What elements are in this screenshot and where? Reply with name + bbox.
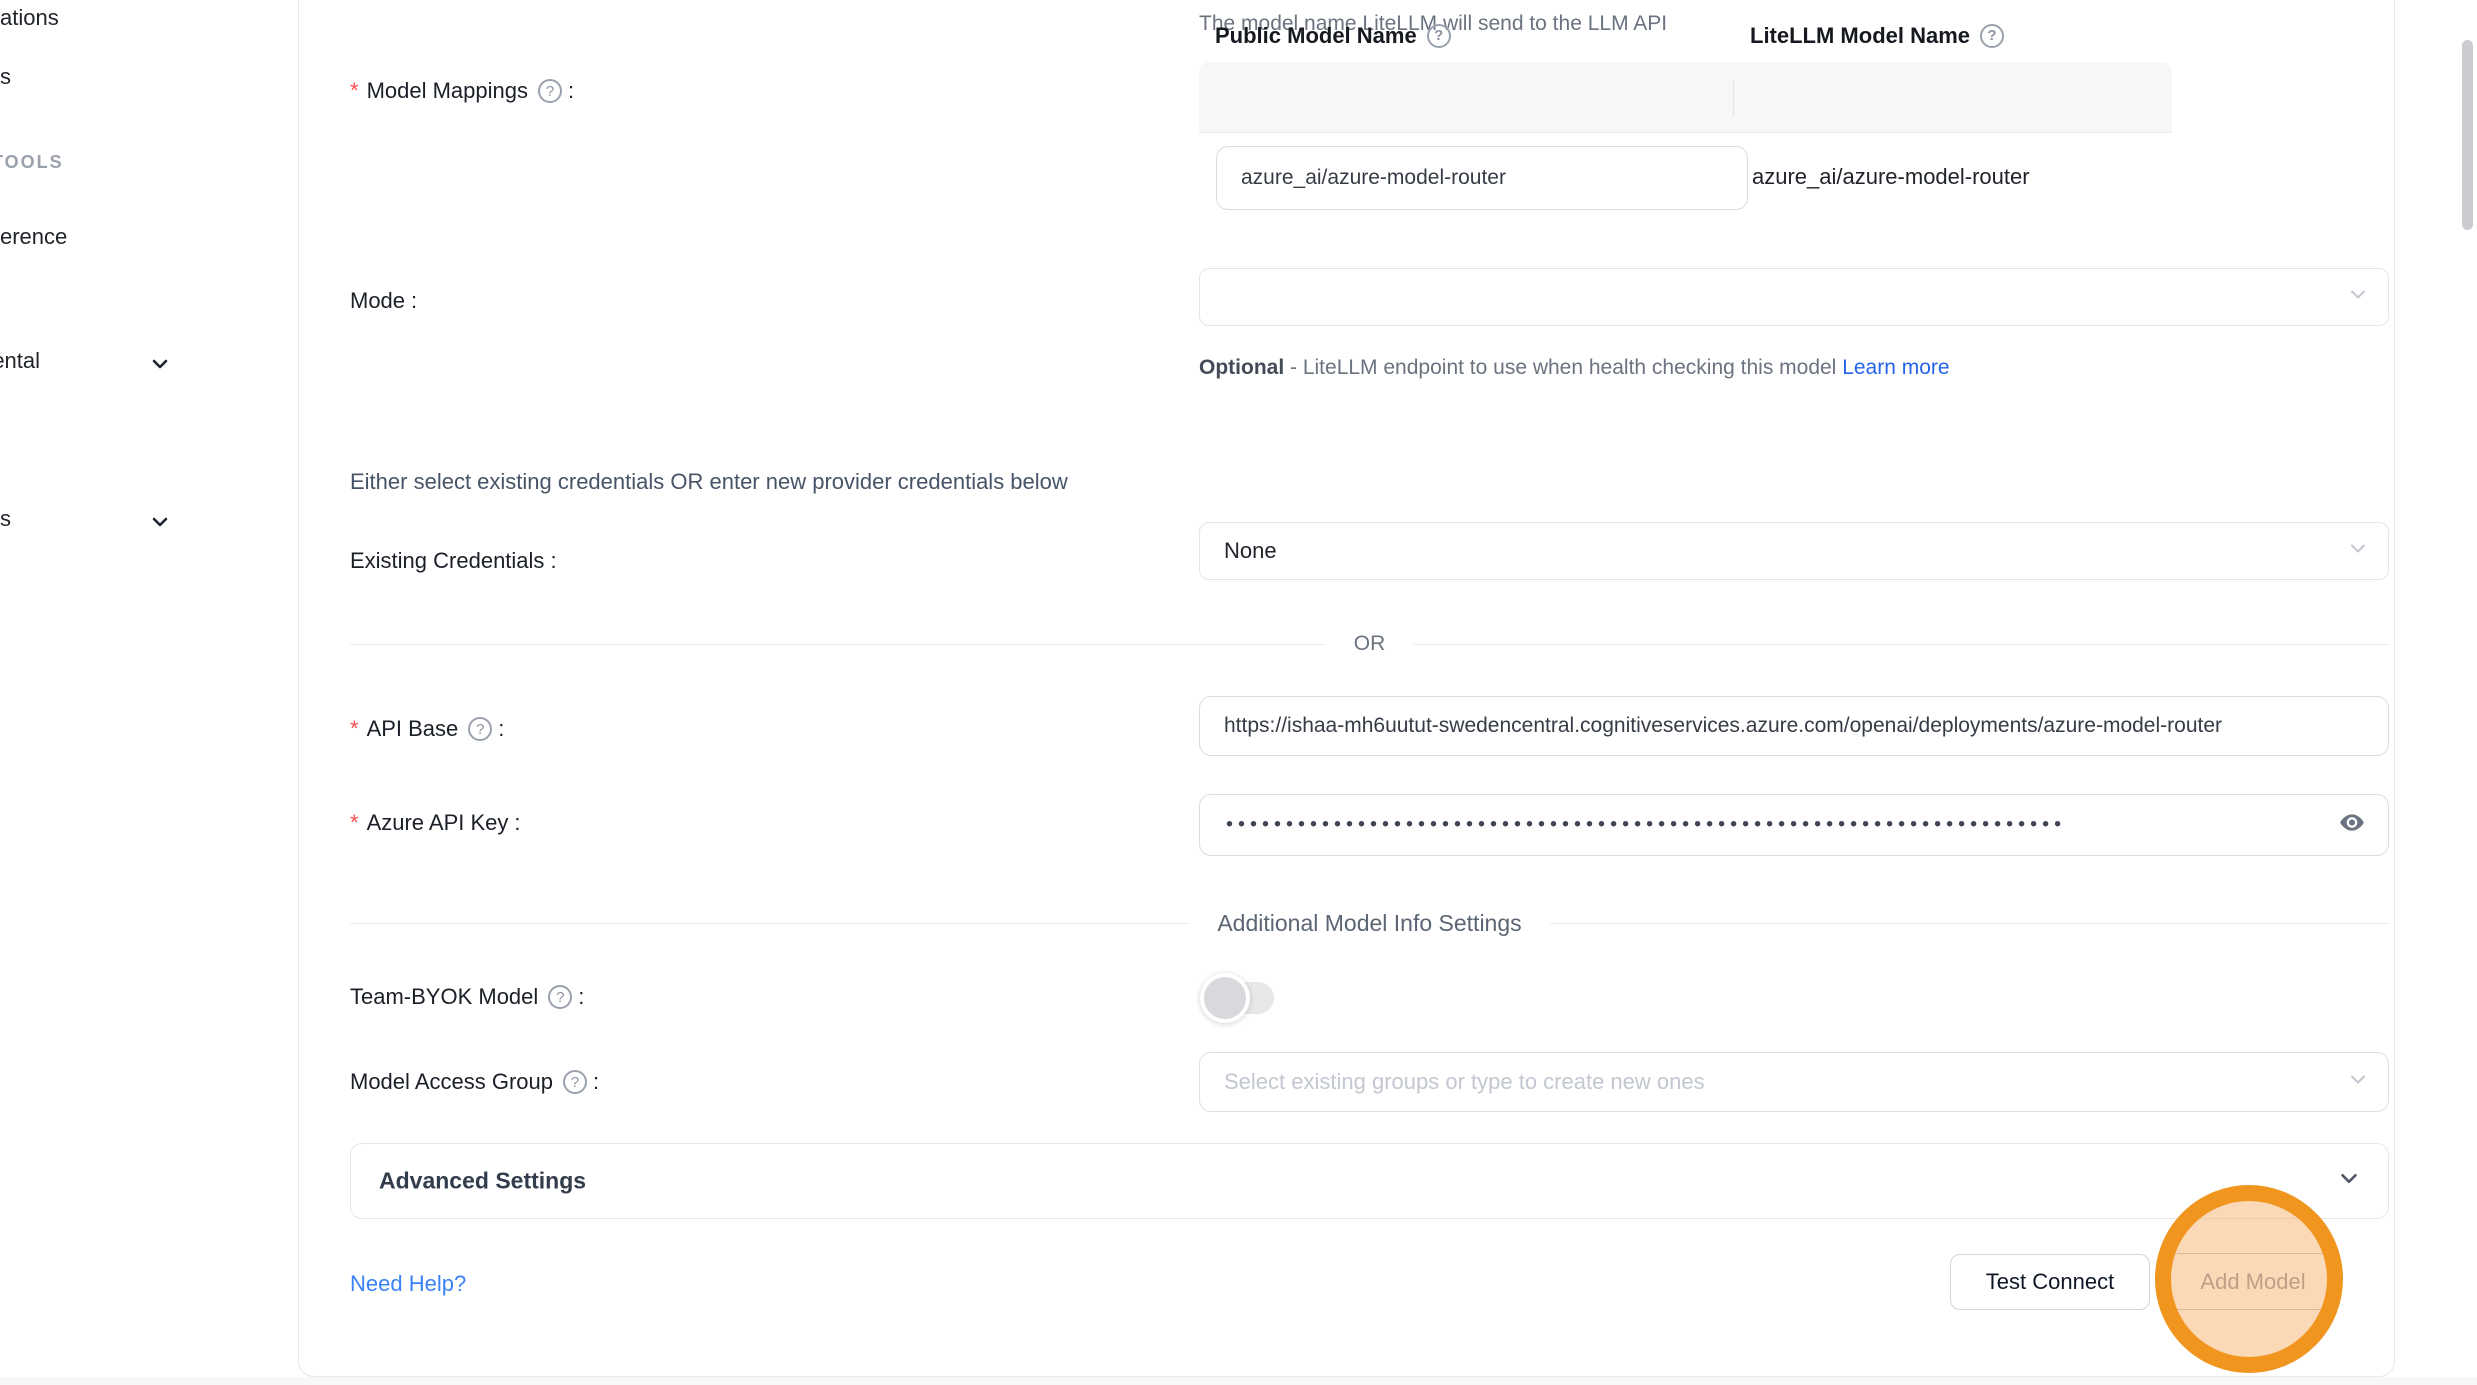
column-divider <box>1733 80 1734 116</box>
required-asterisk: * <box>350 78 359 104</box>
need-help-link[interactable]: Need Help? <box>350 1271 466 1297</box>
sidebar-item-organizations[interactable]: ations <box>0 5 59 31</box>
model-access-group-placeholder: Select existing groups or type to create… <box>1224 1069 1705 1095</box>
sidebar-item-label: s <box>0 64 11 89</box>
test-connect-button[interactable]: Test Connect <box>1950 1254 2150 1310</box>
chevron-down-icon <box>2346 283 2370 312</box>
chevron-down-icon <box>2346 537 2370 566</box>
azure-api-key-input[interactable]: ••••••••••••••••••••••••••••••••••••••••… <box>1199 794 2389 856</box>
model-access-group-label: Model Access Group ? : <box>350 1069 599 1095</box>
required-asterisk: * <box>350 716 359 742</box>
additional-info-divider: Additional Model Info Settings <box>350 910 2389 937</box>
help-icon[interactable]: ? <box>548 985 572 1009</box>
sidebar-item-reference[interactable]: erence <box>0 224 67 250</box>
sidebar-item-experimental[interactable]: mental <box>0 348 40 374</box>
model-mappings-label: * Model Mappings ? : <box>350 78 574 104</box>
toggle-knob <box>1200 973 1250 1023</box>
advanced-settings-title: Advanced Settings <box>379 1168 586 1195</box>
help-icon[interactable]: ? <box>538 79 562 103</box>
additional-info-title: Additional Model Info Settings <box>1217 910 1521 937</box>
learn-more-link[interactable]: Learn more <box>1842 356 1949 379</box>
advanced-settings-panel[interactable]: Advanced Settings <box>350 1143 2389 1219</box>
existing-credentials-value: None <box>1224 538 1277 564</box>
sidebar-item-1[interactable]: s <box>0 64 11 90</box>
or-divider: OR <box>350 632 2389 656</box>
public-model-name-input[interactable] <box>1216 146 1748 210</box>
model-mappings-table-header <box>1199 62 2172 133</box>
help-icon[interactable]: ? <box>563 1070 587 1094</box>
mode-select[interactable] <box>1199 268 2389 326</box>
page-bottom-strip <box>0 1377 2477 1385</box>
existing-credentials-label: Existing Credentials : <box>350 548 557 574</box>
team-byok-toggle[interactable] <box>1200 972 1292 1024</box>
masked-api-key-value: ••••••••••••••••••••••••••••••••••••••••… <box>1226 814 2066 837</box>
sidebar-item-label: mental <box>0 348 40 373</box>
sidebar-item-settings[interactable]: s <box>0 506 11 532</box>
team-byok-label: Team-BYOK Model ? : <box>350 984 584 1010</box>
azure-api-key-label: * Azure API Key : <box>350 810 521 836</box>
mode-label: Mode : <box>350 288 417 314</box>
chevron-down-icon <box>2346 1068 2370 1097</box>
sidebar-section-tools: TOOLS <box>0 152 64 173</box>
chevron-down-icon[interactable] <box>148 352 172 381</box>
model-access-group-select[interactable]: Select existing groups or type to create… <box>1199 1052 2389 1112</box>
existing-credentials-select[interactable]: None <box>1199 522 2389 580</box>
sidebar-item-label: ations <box>0 5 59 30</box>
api-base-label: * API Base ? : <box>350 716 504 742</box>
help-icon[interactable]: ? <box>468 717 492 741</box>
api-base-input[interactable] <box>1199 696 2389 756</box>
column-header-litellm-model-name: LiteLLM Model Name ? <box>1750 0 2004 71</box>
help-icon[interactable]: ? <box>1427 24 1451 48</box>
column-header-public-model-name: Public Model Name ? <box>1215 0 1451 71</box>
required-asterisk: * <box>350 810 359 836</box>
mode-helper-text: Optional - LiteLLM endpoint to use when … <box>1199 348 2039 388</box>
add-model-button[interactable]: Add Model <box>2168 1253 2338 1310</box>
chevron-down-icon[interactable] <box>148 510 172 539</box>
eye-icon[interactable] <box>2338 809 2366 842</box>
scrollbar-thumb[interactable] <box>2462 40 2473 230</box>
or-text: OR <box>1354 632 1386 656</box>
sidebar-item-label: s <box>0 506 11 531</box>
chevron-down-icon <box>2336 1166 2362 1197</box>
litellm-model-name-value: azure_ai/azure-model-router <box>1752 164 2030 190</box>
add-model-page: ations s TOOLS erence mental s The model… <box>0 0 2477 1385</box>
sidebar-item-label: erence <box>0 224 67 249</box>
credentials-note: Either select existing credentials OR en… <box>350 469 1068 495</box>
help-icon[interactable]: ? <box>1980 24 2004 48</box>
